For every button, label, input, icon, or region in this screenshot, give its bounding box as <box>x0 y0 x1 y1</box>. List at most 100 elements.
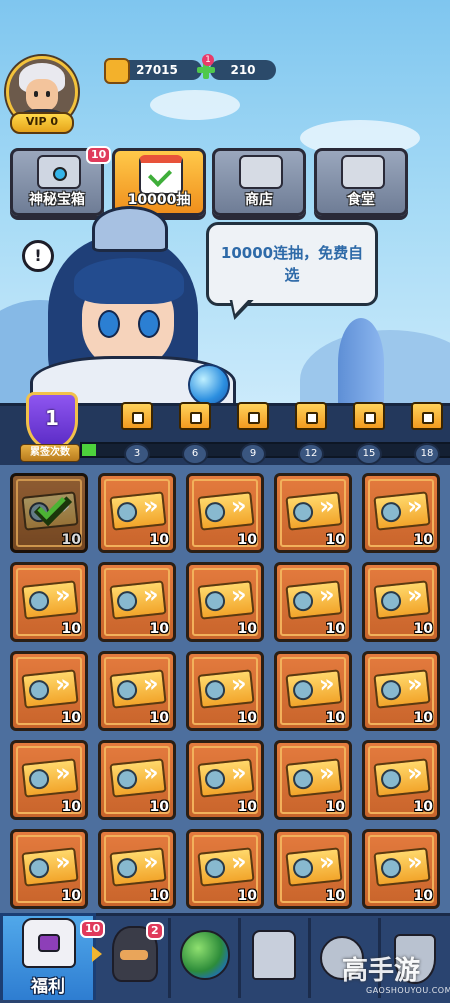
reward-quantity: 10 <box>325 888 345 904</box>
reward-quantity: 10 <box>237 710 257 726</box>
reward-tile[interactable]: 10 <box>274 651 352 731</box>
draw-ticket-icon <box>197 580 255 620</box>
draw-ticket-icon <box>373 491 431 531</box>
milestone-chest-icon <box>411 402 443 430</box>
reward-quantity: 10 <box>237 799 257 815</box>
reward-tile[interactable]: 10 <box>362 562 440 642</box>
gem-notice-badge: 1 <box>202 54 214 66</box>
reward-quantity: 10 <box>149 532 169 548</box>
milestone-chest-icon <box>237 402 269 430</box>
draw-ticket-icon <box>197 758 255 798</box>
reward-quantity: 10 <box>149 710 169 726</box>
nav-arrow-icon <box>92 946 102 962</box>
checkmark-icon <box>33 492 69 528</box>
draw-ticket-icon <box>21 847 79 887</box>
draw-ticket-icon <box>21 580 79 620</box>
draw-ticket-icon <box>285 847 343 887</box>
reward-quantity: 10 <box>413 621 433 637</box>
draw-ticket-icon <box>197 669 255 709</box>
milestone-chest-icon <box>121 402 153 430</box>
reward-quantity: 10 <box>413 799 433 815</box>
draw-ticket-icon <box>373 758 431 798</box>
reward-tile[interactable]: 10 <box>362 740 440 820</box>
spire-decoration <box>338 318 384 405</box>
reward-quantity: 10 <box>237 532 257 548</box>
reward-tile[interactable]: 10 <box>98 473 176 553</box>
draw-ticket-icon <box>109 669 167 709</box>
draw-ticket-icon <box>109 580 167 620</box>
reward-tile[interactable]: 10 <box>186 473 264 553</box>
draw-ticket-icon <box>373 669 431 709</box>
draw-ticket-icon <box>197 847 255 887</box>
milestone-chest[interactable]: 12 <box>282 402 340 465</box>
reward-quantity: 10 <box>149 799 169 815</box>
draw-ticket-icon <box>197 491 255 531</box>
draw-ticket-icon <box>109 491 167 531</box>
reward-tile[interactable]: 10 <box>186 829 264 909</box>
reward-tile[interactable]: 10 <box>362 651 440 731</box>
gem-value: 210 <box>210 60 276 80</box>
nav-divider <box>308 918 311 998</box>
signin-count-label: 累签次数 <box>20 444 80 462</box>
nav-tab-welfare-label: 福利 <box>31 977 65 997</box>
fist-power-icon <box>104 58 130 84</box>
reward-quantity: 10 <box>325 621 345 637</box>
draw-ticket-icon <box>109 758 167 798</box>
watermark-logo: 高手游 <box>342 956 421 986</box>
milestone-count: 6 <box>182 443 208 465</box>
milestone-chest[interactable]: 3 <box>108 402 166 465</box>
mystery-chest-badge: 10 <box>86 146 112 164</box>
draw-ticket-icon <box>373 580 431 620</box>
treasure-chest-icon <box>37 155 81 189</box>
milestone-chest[interactable]: 18 <box>398 402 450 465</box>
reward-quantity: 10 <box>61 710 81 726</box>
water-orb-decoration <box>188 364 230 406</box>
reward-tile[interactable]: 10 <box>274 562 352 642</box>
reward-tile[interactable]: 10 <box>186 651 264 731</box>
draw-ticket-icon <box>109 847 167 887</box>
milestone-chest[interactable]: 9 <box>224 402 282 465</box>
reward-tile-claimed[interactable]: 10 <box>10 473 88 553</box>
shop-icon <box>239 155 283 189</box>
world-globe-icon[interactable] <box>180 930 230 980</box>
building-icon[interactable] <box>252 930 296 980</box>
reward-tile[interactable]: 10 <box>98 562 176 642</box>
reward-tile[interactable]: 10 <box>362 473 440 553</box>
reward-tile[interactable]: 10 <box>10 829 88 909</box>
speech-bubble: 10000连抽，免费自选 <box>206 222 378 306</box>
milestone-chest[interactable]: 15 <box>340 402 398 465</box>
reward-tile[interactable]: 10 <box>10 651 88 731</box>
reward-quantity: 10 <box>413 888 433 904</box>
milestone-chest[interactable]: 6 <box>166 402 224 465</box>
welfare-badge: 10 <box>80 920 106 938</box>
reward-tile[interactable]: 10 <box>274 740 352 820</box>
reward-tile[interactable]: 10 <box>98 740 176 820</box>
cloud-decoration <box>150 90 240 120</box>
nav-divider <box>238 918 241 998</box>
draw-ticket-icon <box>285 580 343 620</box>
info-alert-icon[interactable]: ! <box>22 240 54 272</box>
reward-quantity: 10 <box>413 710 433 726</box>
canteen-button[interactable]: 食堂 <box>314 148 408 216</box>
reward-tile[interactable]: 10 <box>10 740 88 820</box>
vip-level-badge[interactable]: VIP 0 <box>10 112 74 134</box>
watermark-url: GAOSHOUYOU.COM <box>366 986 450 995</box>
milestone-chest-icon <box>353 402 385 430</box>
reward-quantity: 10 <box>325 532 345 548</box>
reward-tile[interactable]: 10 <box>186 740 264 820</box>
reward-quantity: 10 <box>61 621 81 637</box>
draw-ticket-icon <box>373 847 431 887</box>
draw-ticket-icon <box>21 758 79 798</box>
reward-tile[interactable]: 10 <box>274 473 352 553</box>
reward-tile[interactable]: 10 <box>10 562 88 642</box>
reward-quantity: 10 <box>413 532 433 548</box>
milestone-chest-icon <box>179 402 211 430</box>
reward-tile[interactable]: 10 <box>362 829 440 909</box>
reward-quantity: 10 <box>149 621 169 637</box>
reward-tile[interactable]: 10 <box>98 651 176 731</box>
nav-divider <box>168 918 171 998</box>
reward-tile[interactable]: 10 <box>98 829 176 909</box>
reward-tile[interactable]: 10 <box>274 829 352 909</box>
food-dome-icon <box>341 155 385 189</box>
reward-tile[interactable]: 10 <box>186 562 264 642</box>
